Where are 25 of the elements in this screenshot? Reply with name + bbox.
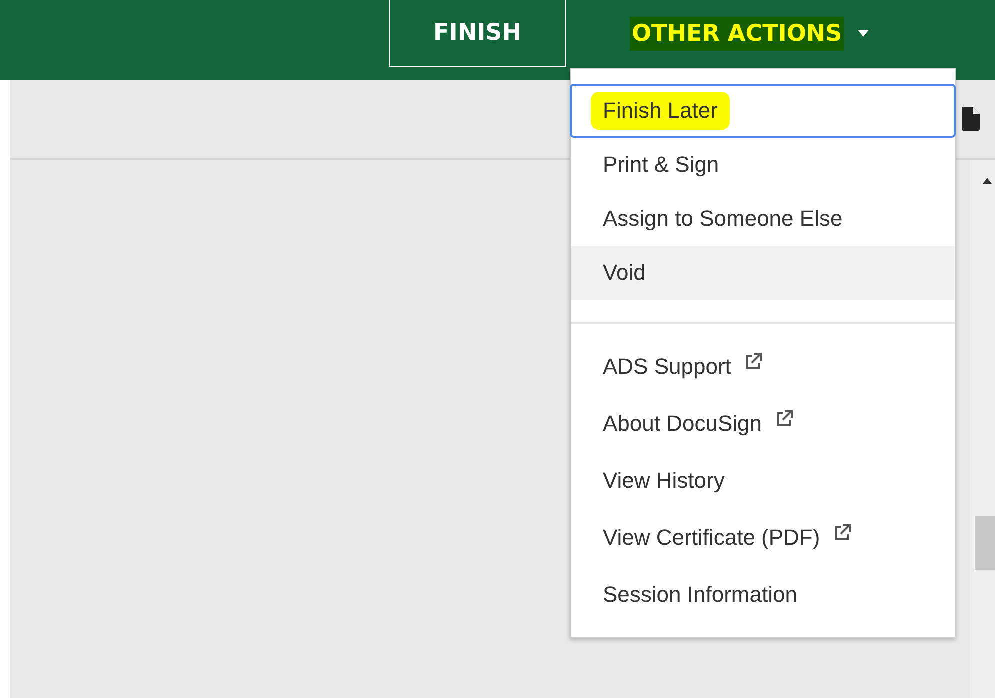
menu-item[interactable]: Assign to Someone Else xyxy=(571,192,955,246)
scrollbar[interactable] xyxy=(970,160,995,698)
menu-item[interactable]: About DocuSign xyxy=(571,395,955,452)
menu-item-label: About DocuSign xyxy=(603,410,762,436)
menu-item-label: Print & Sign xyxy=(603,152,720,178)
menu-item-label: View History xyxy=(603,468,725,494)
menu-item-label: Assign to Someone Else xyxy=(603,206,843,232)
menu-item[interactable]: Print & Sign xyxy=(571,138,955,192)
document-icon[interactable] xyxy=(962,107,980,131)
menu-item[interactable]: View Certificate (PDF) xyxy=(571,509,955,566)
menu-item[interactable]: Void xyxy=(571,246,955,300)
menu-item-label: Session Information xyxy=(603,582,798,608)
menu-item[interactable]: Finish Later xyxy=(570,84,956,138)
menu-item[interactable]: ADS Support xyxy=(571,338,955,395)
menu-item-label: Finish Later xyxy=(591,92,730,130)
menu-item-label: Void xyxy=(603,260,646,286)
menu-item-label: ADS Support xyxy=(603,354,732,380)
other-actions-button[interactable]: OTHER ACTIONS xyxy=(566,0,870,67)
menu-item[interactable]: View History xyxy=(571,452,955,509)
menu-item[interactable]: Session Information xyxy=(571,566,955,623)
caret-icon xyxy=(858,30,870,37)
scroll-thumb[interactable] xyxy=(975,516,995,570)
finish-button[interactable]: FINISH xyxy=(389,0,566,67)
scroll-up-icon[interactable] xyxy=(983,178,992,184)
menu-item-label: View Certificate (PDF) xyxy=(603,524,820,550)
